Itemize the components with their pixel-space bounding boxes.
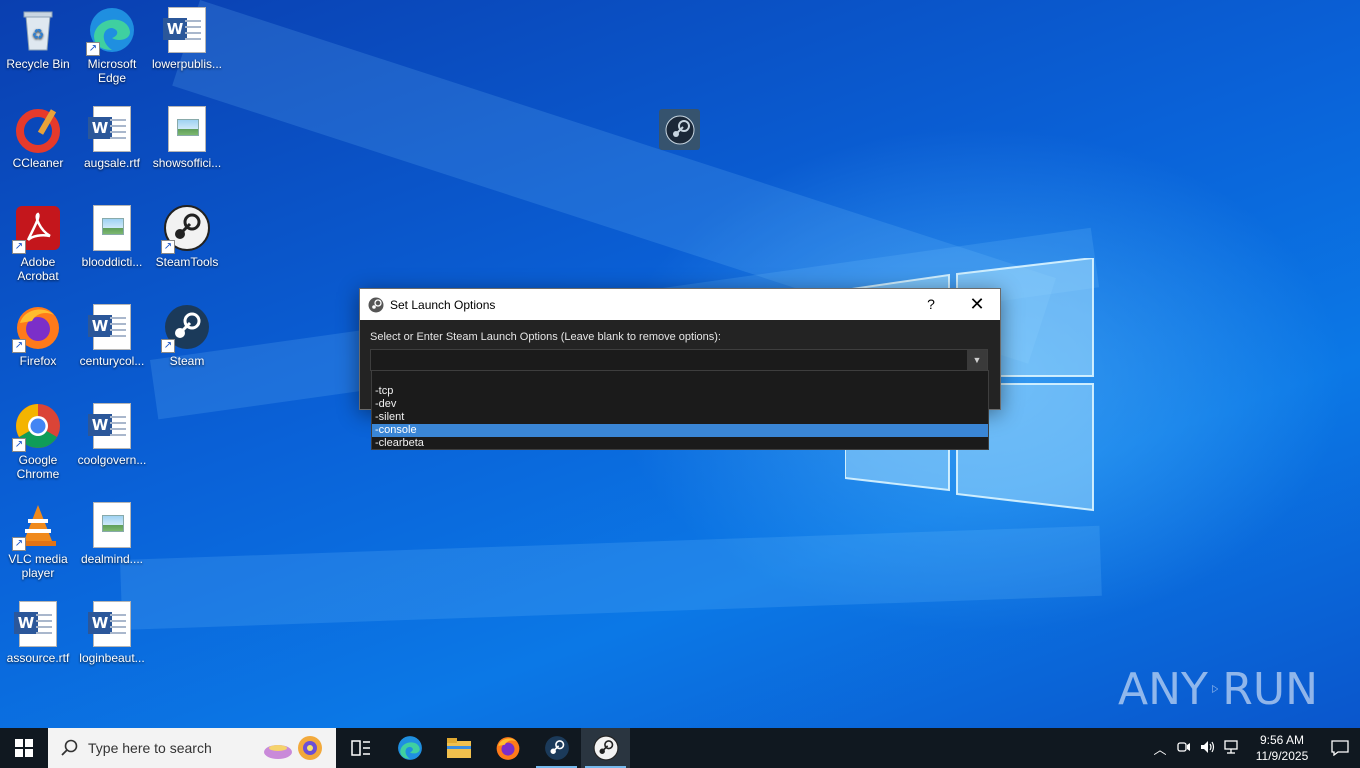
help-button[interactable]: ?: [908, 289, 954, 320]
shortcut-arrow-icon: ↗: [12, 438, 26, 452]
system-clock[interactable]: 9:56 AM 11/9/2025: [1244, 732, 1320, 764]
dialog-titlebar[interactable]: Set Launch Options ? ✕: [360, 289, 1000, 320]
system-tray: ︿ 9:56 AM 11/9/2025: [1148, 728, 1360, 768]
image-file-icon: [88, 501, 136, 549]
recycle-bin-icon: ♻: [14, 6, 62, 54]
desktop-icon-coolgovern[interactable]: W coolgovern...: [74, 396, 150, 486]
taskbar-firefox[interactable]: [483, 728, 532, 768]
play-logo-icon: [1212, 684, 1219, 694]
desktop-icon-loginbeaut[interactable]: W loginbeaut...: [74, 594, 150, 684]
launch-options-prompt: Select or Enter Steam Launch Options (Le…: [370, 331, 721, 343]
desktop-icon-dealmind[interactable]: dealmind....: [74, 495, 150, 585]
desktop-icon-steamtools[interactable]: ↗ SteamTools: [149, 198, 225, 288]
taskbar-steam[interactable]: [532, 728, 581, 768]
desktop-icon-adobe-acrobat[interactable]: ↗ Adobe Acrobat: [0, 198, 76, 288]
steam-icon: ↗: [161, 303, 211, 353]
launch-options-combobox[interactable]: ▼: [370, 349, 988, 371]
shortcut-arrow-icon: ↗: [161, 339, 175, 353]
desktop-icon-showsoffici[interactable]: showsoffici...: [149, 99, 225, 189]
firefox-icon: [496, 737, 519, 760]
desktop-icon-centurycol[interactable]: W centurycol...: [74, 297, 150, 387]
desktop-icon-assource[interactable]: W assource.rtf: [0, 594, 76, 684]
steam-icon: [544, 736, 569, 760]
desktop-icon-google-chrome[interactable]: ↗ Google Chrome: [0, 396, 76, 486]
chevron-down-icon[interactable]: ▼: [967, 350, 987, 370]
dialog-title: Set Launch Options: [390, 297, 496, 312]
task-view-icon: [350, 740, 370, 756]
search-placeholder: Type here to search: [88, 740, 212, 756]
word-doc-icon: W: [14, 600, 62, 648]
steam-icon: [665, 115, 694, 144]
desktop-icon-blooddicti[interactable]: blooddicti...: [74, 198, 150, 288]
desktop-icon-steam[interactable]: ↗ Steam: [149, 297, 225, 387]
launch-options-dropdown-list: -tcp -dev -silent -console -clearbeta: [371, 370, 989, 450]
steam-floating-icon[interactable]: [659, 109, 700, 150]
firefox-icon: ↗: [12, 303, 62, 353]
dropdown-option-selected[interactable]: -console: [372, 424, 988, 437]
image-file-icon: [88, 204, 136, 252]
desktop-icon-microsoft-edge[interactable]: ↗ Microsoft Edge: [74, 0, 150, 90]
word-doc-icon: W: [88, 402, 136, 450]
notification-button[interactable]: [1320, 740, 1360, 756]
start-button[interactable]: [0, 728, 48, 768]
shortcut-arrow-icon: ↗: [12, 240, 26, 254]
taskbar-file-explorer[interactable]: [434, 728, 483, 768]
svg-text:♻: ♻: [32, 26, 45, 42]
network-icon[interactable]: [1220, 739, 1244, 757]
acrobat-icon: ↗: [12, 204, 62, 254]
notification-icon: [1331, 740, 1349, 756]
clock-date: 11/9/2025: [1255, 749, 1309, 763]
clock-time: 9:56 AM: [1259, 733, 1305, 747]
desktop-icon-lowerpublis[interactable]: W lowerpublis...: [149, 0, 225, 90]
dropdown-option[interactable]: -tcp: [372, 385, 988, 398]
launch-options-input[interactable]: [371, 354, 375, 366]
steam-icon: [368, 297, 384, 312]
volume-icon[interactable]: [1196, 740, 1220, 757]
shortcut-arrow-icon: ↗: [12, 339, 26, 353]
taskbar-edge[interactable]: [385, 728, 434, 768]
meet-now-icon[interactable]: [1172, 741, 1196, 756]
search-highlight-icon: [264, 736, 322, 760]
steamtools-icon: [593, 735, 618, 761]
desktop-icon-augsale[interactable]: W augsale.rtf: [74, 99, 150, 189]
dropdown-option[interactable]: -clearbeta: [372, 437, 988, 450]
search-icon: [61, 739, 78, 756]
chevron-up-icon[interactable]: ︿: [1148, 739, 1172, 758]
dropdown-option[interactable]: -dev: [372, 398, 988, 411]
shortcut-arrow-icon: ↗: [86, 42, 100, 56]
desktop-icon-firefox[interactable]: ↗ Firefox: [0, 297, 76, 387]
anyrun-watermark: ANY RUN: [1118, 656, 1318, 722]
image-file-icon: [163, 105, 211, 153]
close-button[interactable]: ✕: [954, 289, 1000, 320]
word-doc-icon: W: [163, 6, 211, 54]
shortcut-arrow-icon: ↗: [161, 240, 175, 254]
task-view-button[interactable]: [336, 728, 385, 768]
word-doc-icon: W: [88, 600, 136, 648]
ccleaner-icon: [14, 105, 62, 153]
taskbar: Type here to search ︿ 9:56 AM 11/9/2025: [0, 728, 1360, 768]
taskbar-search-box[interactable]: Type here to search: [48, 728, 336, 768]
windows-start-icon: [15, 739, 33, 757]
desktop-icon-ccleaner[interactable]: CCleaner: [0, 99, 76, 189]
word-doc-icon: W: [88, 303, 136, 351]
steamtools-icon: ↗: [161, 204, 211, 254]
chrome-icon: ↗: [12, 402, 62, 452]
desktop-icon-recycle-bin[interactable]: ♻ Recycle Bin: [0, 0, 76, 90]
desktop-icon-vlc[interactable]: ↗ VLC media player: [0, 495, 76, 585]
dropdown-option[interactable]: -silent: [372, 411, 988, 424]
word-doc-icon: W: [88, 105, 136, 153]
shortcut-arrow-icon: ↗: [12, 537, 26, 551]
file-explorer-icon: [446, 738, 471, 758]
edge-icon: [397, 736, 422, 760]
edge-icon: ↗: [86, 6, 136, 56]
taskbar-steamtools[interactable]: [581, 728, 630, 768]
vlc-icon: ↗: [12, 501, 62, 551]
